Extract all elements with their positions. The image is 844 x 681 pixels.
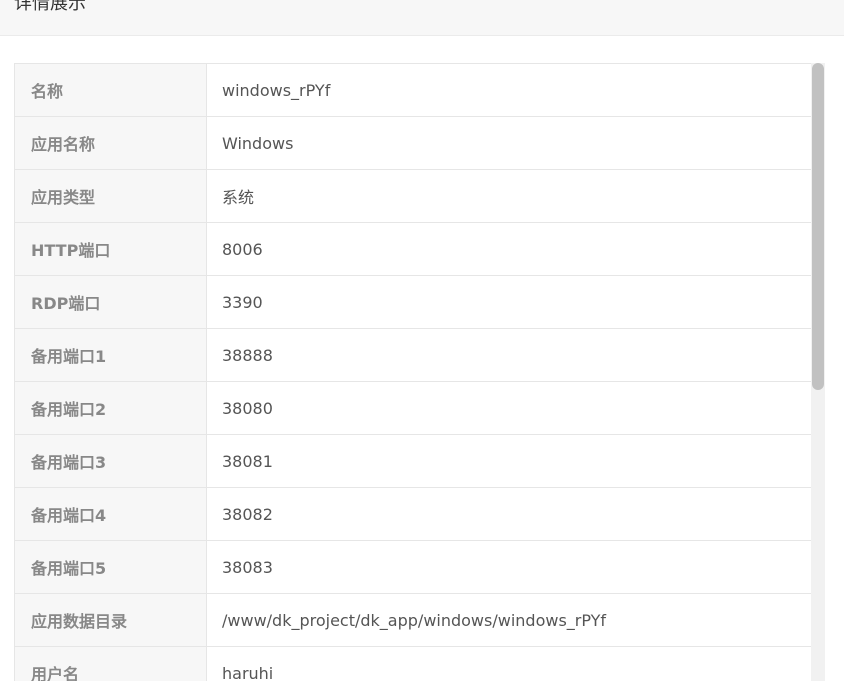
row-value: 系统 <box>206 169 813 223</box>
detail-row-http-port: HTTP端口 8006 <box>14 222 813 276</box>
detail-row-backup-port-3: 备用端口3 38081 <box>14 434 813 488</box>
row-value: 3390 <box>206 275 813 329</box>
row-value: 8006 <box>206 222 813 276</box>
row-label: 应用类型 <box>14 169 207 223</box>
row-value: /www/dk_project/dk_app/windows/windows_r… <box>206 593 813 647</box>
dialog-header: 详情展示 <box>0 0 844 36</box>
row-value: 38080 <box>206 381 813 435</box>
row-label: 备用端口5 <box>14 540 207 594</box>
detail-row-rdp-port: RDP端口 3390 <box>14 275 813 329</box>
detail-row-backup-port-4: 备用端口4 38082 <box>14 487 813 541</box>
detail-row-username: 用户名 haruhi <box>14 646 813 681</box>
detail-row-app-type: 应用类型 系统 <box>14 169 813 223</box>
row-value: 38082 <box>206 487 813 541</box>
row-label: HTTP端口 <box>14 222 207 276</box>
detail-row-data-dir: 应用数据目录 /www/dk_project/dk_app/windows/wi… <box>14 593 813 647</box>
row-label: RDP端口 <box>14 275 207 329</box>
row-value: 38888 <box>206 328 813 382</box>
row-label: 备用端口2 <box>14 381 207 435</box>
detail-table: 名称 windows_rPYf 应用名称 Windows 应用类型 系统 HTT… <box>14 63 813 681</box>
dialog-title: 详情展示 <box>14 0 86 14</box>
row-label: 备用端口4 <box>14 487 207 541</box>
row-label: 应用数据目录 <box>14 593 207 647</box>
detail-row-backup-port-2: 备用端口2 38080 <box>14 381 813 435</box>
detail-row-app-name: 应用名称 Windows <box>14 116 813 170</box>
detail-row-name: 名称 windows_rPYf <box>14 63 813 117</box>
row-label: 备用端口1 <box>14 328 207 382</box>
row-value: 38083 <box>206 540 813 594</box>
row-value: Windows <box>206 116 813 170</box>
row-value: windows_rPYf <box>206 63 813 117</box>
row-value: haruhi <box>206 646 813 681</box>
vertical-scrollbar[interactable] <box>811 63 825 681</box>
detail-row-backup-port-5: 备用端口5 38083 <box>14 540 813 594</box>
row-label: 名称 <box>14 63 207 117</box>
row-label: 备用端口3 <box>14 434 207 488</box>
scrollbar-thumb[interactable] <box>812 63 824 390</box>
row-label: 用户名 <box>14 646 207 681</box>
row-value: 38081 <box>206 434 813 488</box>
row-label: 应用名称 <box>14 116 207 170</box>
detail-row-backup-port-1: 备用端口1 38888 <box>14 328 813 382</box>
detail-panel: 名称 windows_rPYf 应用名称 Windows 应用类型 系统 HTT… <box>0 36 844 681</box>
